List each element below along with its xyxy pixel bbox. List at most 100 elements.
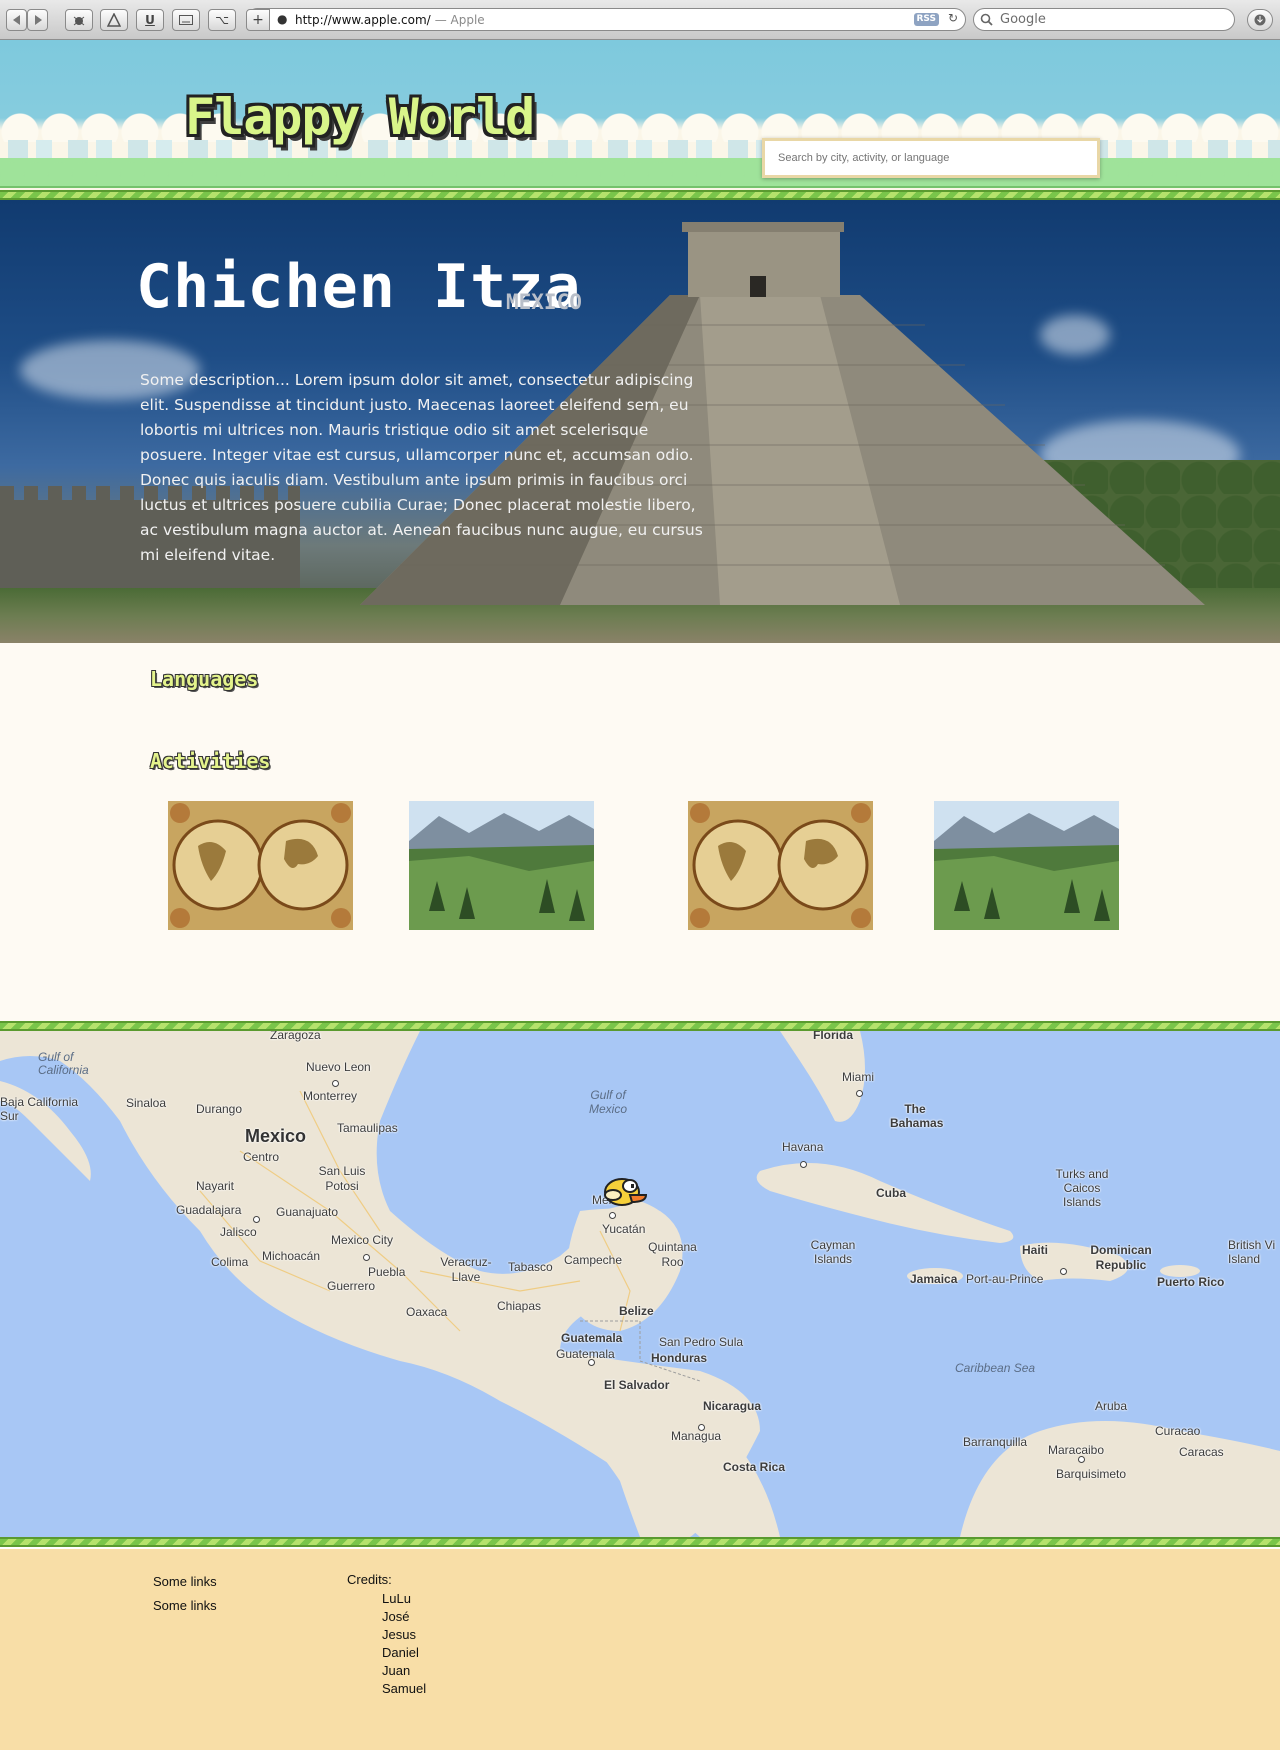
hero-section: Chichen Itza MEXICO Some description... … [0,200,1280,643]
mountain-valley-image [934,801,1119,930]
map-label: San Pedro Sula [659,1335,744,1349]
flappy-bird-marker-icon[interactable] [602,1175,648,1209]
map-label: Yucatán [602,1222,646,1236]
add-bookmark-button[interactable]: + [246,9,270,31]
forward-arrow-icon [34,15,42,25]
city-marker [253,1216,260,1223]
activity-thumbnail[interactable] [409,801,594,930]
credit-name: LuLu [382,1591,411,1606]
map-label: San Luis Potosi [318,1164,366,1193]
reader-button[interactable] [100,9,128,31]
browser-search-placeholder: Google [1000,12,1046,27]
option-button[interactable]: ⌥ [208,9,236,31]
credit-name: Jesus [382,1627,416,1642]
map-label: Baja California Sur [0,1095,79,1123]
city-marker [856,1090,863,1097]
map-label: Jamaica [910,1272,958,1286]
location-map[interactable]: Zaragoza Florida Gulf of California Nuev… [0,1031,1280,1537]
map-label: Guadalajara [176,1203,242,1217]
map-label: Havana [782,1140,824,1154]
url-text: http://www.apple.com/ [295,12,431,27]
map-label: Dominican Republic [1090,1243,1152,1272]
city-marker [800,1161,807,1168]
world-map-image [688,801,873,930]
content-section: Languages Activities [0,643,1280,1021]
map-label: Chiapas [497,1299,542,1313]
keyboard-icon [179,15,193,25]
map-label: Haiti [1022,1243,1049,1257]
map-label: Sinaloa [126,1096,167,1110]
map-label: Tabasco [508,1260,553,1274]
map-label: Colima [211,1255,249,1269]
map-label: Turks and Caicos Islands [1055,1167,1109,1209]
bug-icon [73,16,85,26]
map-label: Campeche [564,1253,623,1267]
reload-icon[interactable]: ↻ [948,11,958,25]
map-label: Gulf of Mexico [588,1088,627,1116]
back-button[interactable] [6,9,27,31]
city-marker [1078,1456,1085,1463]
map-label: The Bahamas [890,1102,944,1130]
map-label: Nayarit [196,1179,235,1193]
footer-link[interactable]: Some links [153,1598,217,1613]
map-label: Jalisco [220,1225,257,1239]
site-search-input[interactable] [762,138,1100,178]
map-label: Guanajuato [276,1205,339,1219]
map-land [0,1031,1280,1537]
apple-favicon-icon: ● [277,12,288,26]
underline-icon: U [145,13,155,27]
map-label: Miami [842,1070,874,1084]
mountain-valley-image [409,801,594,930]
credit-name: Daniel [382,1645,419,1660]
browser-search-field[interactable]: Google [973,8,1235,31]
page-title-text: — Apple [434,12,485,27]
map-label: Puebla [368,1265,406,1279]
search-icon [980,13,993,26]
destination-country: MEXICO [506,290,582,314]
map-label: Honduras [651,1351,708,1365]
downloads-button[interactable] [1247,9,1273,31]
reader-icon [107,13,121,27]
map-label: Zaragoza [270,1031,321,1042]
address-bar[interactable]: ● http://www.apple.com/ — Apple RSS ↻ [246,8,966,31]
map-label: Costa Rica [723,1460,786,1474]
map-label: Caracas [1179,1445,1224,1459]
activity-thumbnail[interactable] [934,801,1119,930]
footer-divider-stripe [0,1537,1280,1547]
activity-thumbnail[interactable] [688,801,873,930]
site-footer: Some links Some links Credits: LuLu José… [0,1549,1280,1750]
activity-thumbnail[interactable] [168,801,353,930]
map-label: Florida [813,1031,854,1042]
destination-description: Some description... Lorem ipsum dolor si… [140,371,703,564]
debug-button[interactable] [65,9,93,31]
map-label: Michoacán [262,1249,321,1263]
map-label: Mexico [245,1126,307,1146]
world-map-image [168,801,353,930]
map-label: Port-au-Prince [966,1272,1044,1286]
city-marker [1060,1268,1067,1275]
credit-name: Juan [382,1663,411,1678]
map-label: Guatemala [556,1347,615,1361]
city-marker [609,1212,616,1219]
map-label: Oaxaca [406,1305,448,1319]
footer-link[interactable]: Some links [153,1574,217,1589]
rss-badge[interactable]: RSS [913,13,939,26]
map-label: Barranquilla [963,1435,1028,1449]
map-label: Aruba [1095,1399,1128,1413]
map-label: Curacao [1155,1424,1201,1438]
back-arrow-icon [12,15,20,25]
underline-button[interactable]: U [136,9,164,31]
map-label: Mexico City [331,1233,394,1247]
map-label: Centro [243,1150,280,1164]
map-divider-stripe [0,1021,1280,1031]
map-label: British Vi Island [1228,1238,1276,1266]
site-header: Flappy World [0,40,1280,190]
site-logo[interactable]: Flappy World [185,88,535,146]
download-icon [1254,14,1266,26]
forward-button[interactable] [27,9,48,31]
keyboard-button[interactable] [172,9,200,31]
credits-list: LuLu José Jesus Daniel Juan Samuel [382,1591,426,1699]
map-label: Tamaulipas [337,1121,398,1135]
map-label: Monterrey [303,1089,358,1103]
map-label: Guatemala [561,1331,623,1345]
